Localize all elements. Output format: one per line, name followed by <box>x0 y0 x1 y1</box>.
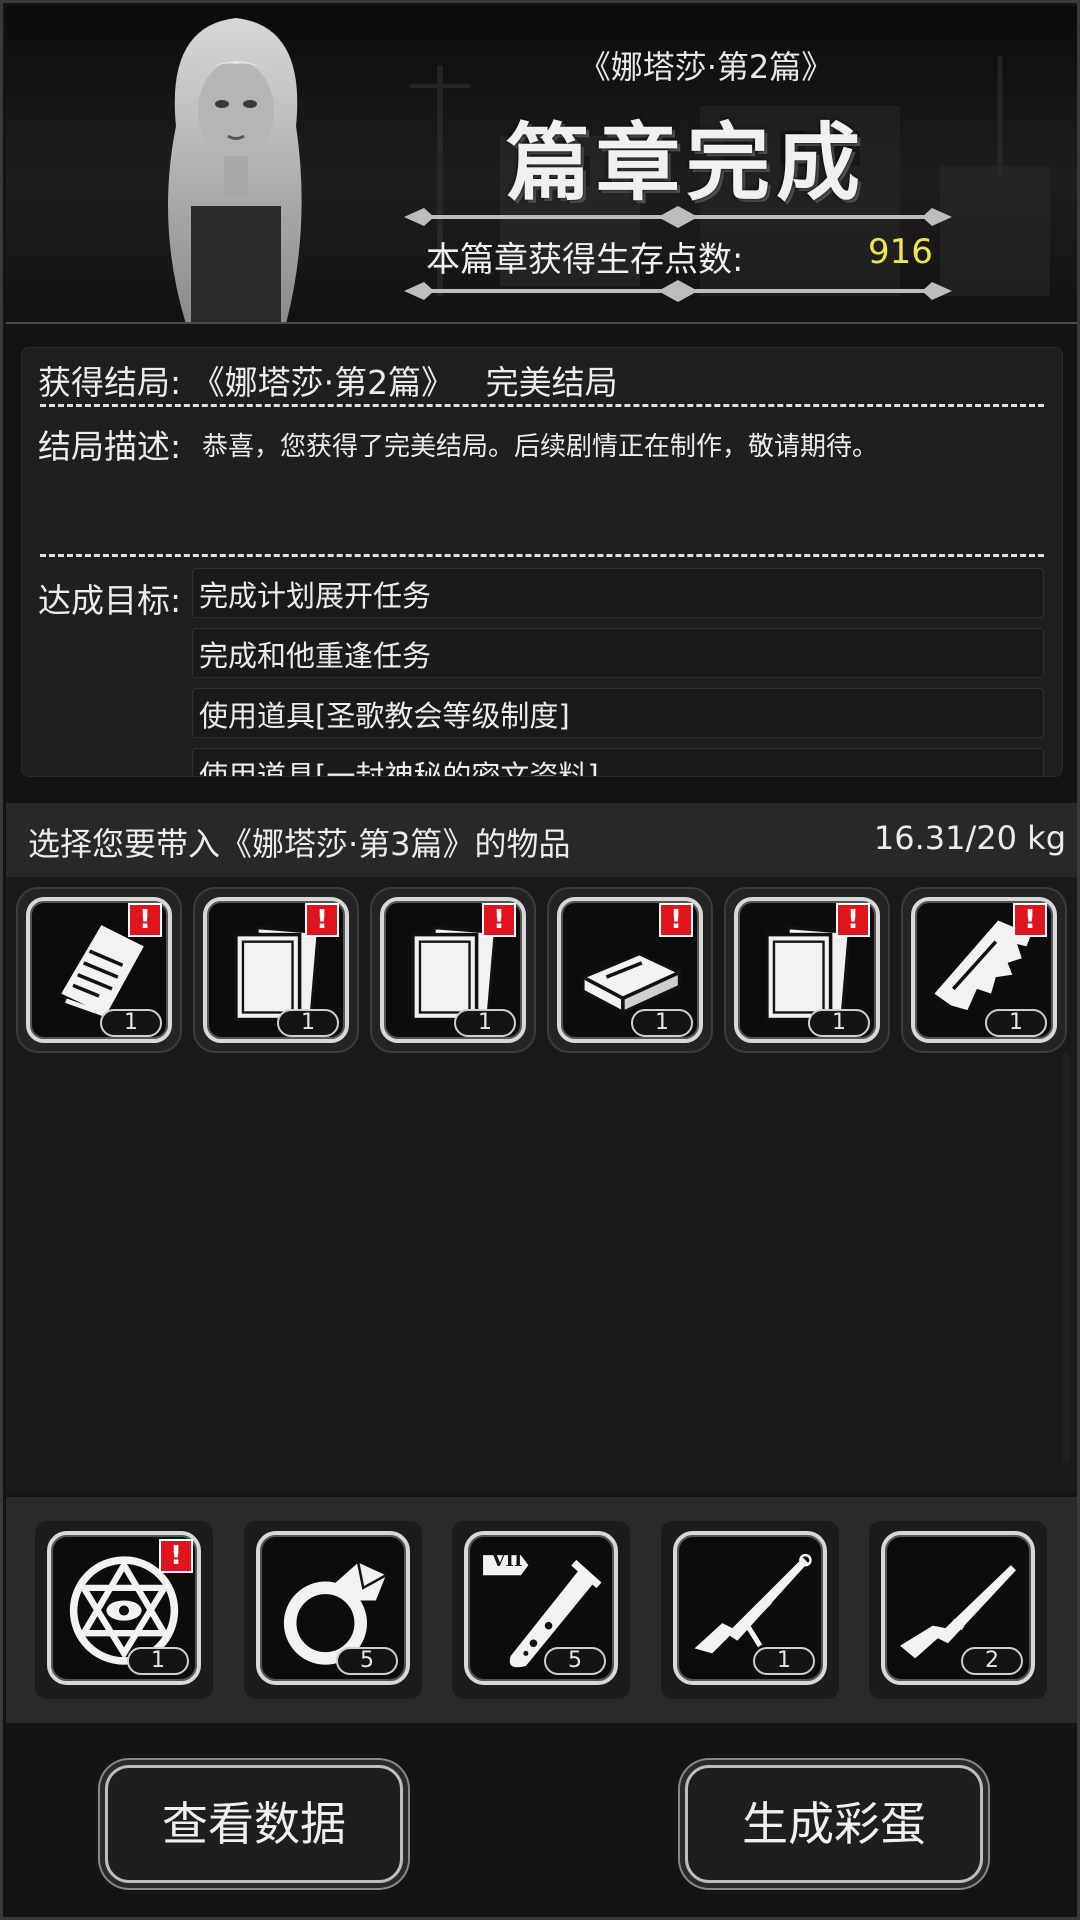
chapter-name: 《娜塔莎·第2篇》 <box>578 48 834 86</box>
alert-icon: ! <box>482 903 516 937</box>
item-slot[interactable]: ! 1 <box>16 887 182 1053</box>
item-quantity: 1 <box>100 1009 162 1037</box>
equipment-slot[interactable]: 2 <box>869 1521 1047 1699</box>
generate-easter-egg-label: 生成彩蛋 <box>742 1797 926 1851</box>
item-quantity: 1 <box>753 1647 815 1675</box>
goal-item: 使用道具[一封神秘的密文资料] <box>192 748 1044 776</box>
item-quantity: 1 <box>631 1009 693 1037</box>
item-quantity: 2 <box>961 1647 1023 1675</box>
item-quantity: 1 <box>127 1647 189 1675</box>
equipment-slot[interactable]: VII 5 <box>452 1521 630 1699</box>
goal-item: 使用道具[圣歌教会等级制度] <box>192 688 1044 738</box>
item-quantity: 5 <box>336 1647 398 1675</box>
alert-icon: ! <box>128 903 162 937</box>
view-data-label: 查看数据 <box>162 1797 346 1851</box>
item-slot[interactable]: ! 1 <box>724 887 890 1053</box>
survival-points-value: 916 <box>868 232 933 272</box>
goal-item: 完成计划展开任务 <box>192 568 1044 618</box>
ending-title-value: 《娜塔莎·第2篇》 完美结局 <box>191 363 618 402</box>
goals-label: 达成目标: <box>38 581 182 620</box>
item-slot[interactable]: ! 1 <box>370 887 536 1053</box>
ending-title-label: 获得结局: <box>38 363 182 402</box>
dashed-divider <box>40 404 1044 407</box>
item-quantity: 1 <box>277 1009 339 1037</box>
item-quantity: 5 <box>544 1647 606 1675</box>
alert-icon: ! <box>1013 903 1047 937</box>
tube-tag-label: VII <box>491 1550 523 1571</box>
generate-easter-egg-button[interactable]: 生成彩蛋 <box>685 1765 983 1883</box>
survival-points-label: 本篇章获得生存点数: <box>426 240 744 280</box>
item-quantity: 1 <box>454 1009 516 1037</box>
scrollbar[interactable] <box>1062 1053 1070 1463</box>
alert-icon: ! <box>305 903 339 937</box>
item-quantity: 1 <box>985 1009 1047 1037</box>
ending-title-row: 获得结局: 《娜塔莎·第2篇》 完美结局 <box>38 356 618 404</box>
ending-desc-label: 结局描述: <box>38 427 182 466</box>
item-slot[interactable]: ! 1 <box>547 887 713 1053</box>
natasha-portrait <box>168 18 302 322</box>
equipment-slot[interactable]: ! 1 <box>35 1521 213 1699</box>
ornament-divider-top <box>404 206 952 228</box>
chapter-complete-title: 篇章完成 <box>505 113 866 212</box>
carry-items-label: 选择您要带入《娜塔莎·第3篇》的物品 <box>28 825 571 863</box>
item-quantity: 1 <box>808 1009 870 1037</box>
equipment-slot[interactable]: 1 <box>661 1521 839 1699</box>
alert-icon: ! <box>159 1539 193 1573</box>
ornament-divider-bottom <box>404 280 952 302</box>
ending-panel[interactable]: 获得结局: 《娜塔莎·第2篇》 完美结局 结局描述: 恭喜，您获得了完美结局。后… <box>21 347 1063 777</box>
chapter-complete-header: 《娜塔莎·第2篇》 篇章完成 本篇章获得生存点数: 916 <box>6 6 1077 324</box>
dashed-divider <box>40 554 1044 557</box>
view-data-button[interactable]: 查看数据 <box>105 1765 403 1883</box>
item-slot[interactable]: ! 1 <box>901 887 1067 1053</box>
goal-item: 完成和他重逢任务 <box>192 628 1044 678</box>
alert-icon: ! <box>659 903 693 937</box>
carry-weight: 16.31/20 kg <box>873 819 1066 857</box>
equipment-slot[interactable]: 5 <box>244 1521 422 1699</box>
app-frame: 《娜塔莎·第2篇》 篇章完成 本篇章获得生存点数: 916 获得结局: 《娜塔莎… <box>0 0 1080 1920</box>
alert-icon: ! <box>836 903 870 937</box>
ending-desc-text: 恭喜，您获得了完美结局。后续剧情正在制作，敬请期待。 <box>202 432 879 462</box>
item-slot[interactable]: ! 1 <box>193 887 359 1053</box>
carry-items-bar: 选择您要带入《娜塔莎·第3篇》的物品 16.31/20 kg <box>6 803 1077 877</box>
